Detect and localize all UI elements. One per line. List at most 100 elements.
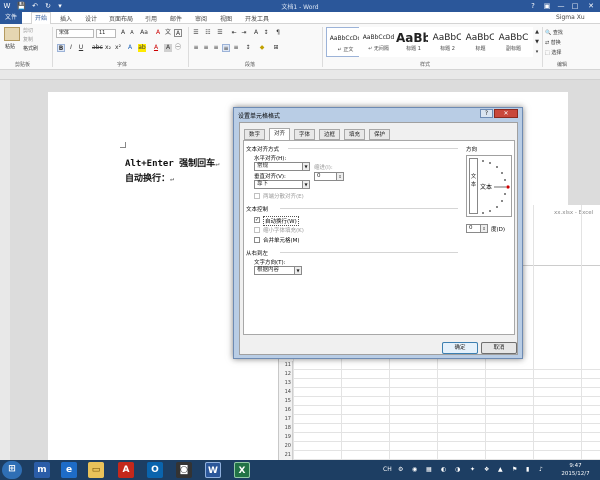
excel-row[interactable]: 12 (279, 370, 600, 379)
excel-taskbar-icon[interactable]: X (234, 462, 250, 478)
tab-border[interactable]: 边框 (319, 129, 341, 140)
find-button[interactable]: 🔍 查找 (545, 29, 563, 36)
strikethrough-icon[interactable]: abc (92, 44, 103, 52)
shrink-to-fit-checkbox[interactable] (254, 227, 260, 233)
tab-design[interactable]: 设计 (85, 14, 97, 23)
increase-indent-icon[interactable]: ⇥ (240, 29, 248, 37)
excel-row[interactable]: 11 (279, 361, 600, 370)
minimize-button[interactable]: — (554, 0, 568, 12)
tab-view[interactable]: 视图 (220, 14, 232, 23)
bullets-icon[interactable]: ☰ (192, 29, 200, 37)
excel-row[interactable]: 21 (279, 451, 600, 460)
text-effects-icon[interactable]: A (126, 44, 134, 52)
tray-app-icon[interactable]: ❖ (484, 466, 489, 473)
styles-more-icon[interactable]: ▲ ▼ ▾ (533, 27, 541, 57)
font-name-dropdown[interactable]: 宋体 (56, 29, 94, 38)
close-button[interactable]: ✕ (584, 0, 598, 12)
input-language[interactable]: CH (383, 466, 392, 473)
action-center-icon[interactable]: ⚑ (512, 466, 517, 473)
align-right-icon[interactable]: ≡ (212, 44, 220, 52)
shading-icon[interactable]: ◆ (258, 44, 266, 52)
ime-icon[interactable]: ⚙ (398, 466, 403, 473)
grow-font-icon[interactable]: A (119, 29, 127, 37)
italic-icon[interactable]: I (67, 44, 75, 52)
numbering-icon[interactable]: ☷ (204, 29, 212, 37)
vertical-ruler[interactable] (0, 80, 10, 460)
excel-row[interactable]: 20 (279, 442, 600, 451)
justify-distributed-checkbox[interactable] (254, 193, 260, 199)
help-button[interactable]: ? (526, 0, 540, 12)
multilevel-list-icon[interactable]: ☰ (216, 29, 224, 37)
tab-references[interactable]: 引用 (145, 14, 157, 23)
excel-row[interactable]: 18 (279, 424, 600, 433)
excel-row[interactable]: 16 (279, 406, 600, 415)
text-direction-select[interactable]: 根据内容 ▼ (254, 266, 302, 275)
align-left-icon[interactable]: ≡ (192, 44, 200, 52)
select-button[interactable]: ⬚ 选择 (545, 49, 561, 56)
font-color-icon[interactable]: A (152, 44, 160, 52)
outlook-icon[interactable]: O (147, 462, 163, 478)
dialog-close-button[interactable]: ✕ (494, 109, 518, 118)
excel-row[interactable]: 19 (279, 433, 600, 442)
enclose-char-icon[interactable]: ㊀ (174, 44, 182, 52)
sort-icon[interactable]: ↕ (262, 29, 270, 37)
superscript-icon[interactable]: x² (114, 44, 122, 52)
show-marks-icon[interactable]: ¶ (274, 29, 282, 37)
shrink-font-icon[interactable]: A (128, 29, 136, 37)
tab-home[interactable]: 开始 (31, 12, 52, 24)
degrees-spinner[interactable]: 0 ⇕ (466, 224, 488, 233)
style-subtitle[interactable]: AaBbC 副标题 (494, 27, 533, 57)
acrobat-icon[interactable]: A (118, 462, 134, 478)
screen-capture-icon[interactable]: ◙ (176, 462, 192, 478)
excel-row[interactable]: 13 (279, 379, 600, 388)
system-clock[interactable]: 9:47 2015/12/7 (553, 462, 598, 478)
user-name[interactable]: Sigma Xu (556, 14, 585, 21)
media-center-icon[interactable]: m (34, 462, 50, 478)
vertical-text-button[interactable]: 文本 (469, 158, 478, 214)
change-case-icon[interactable]: Aa (140, 29, 148, 37)
chat-icon[interactable]: ◉ (412, 466, 417, 473)
tab-fill[interactable]: 填充 (344, 129, 366, 140)
orientation-dial[interactable]: 文本 (479, 158, 511, 216)
paste-button[interactable]: 粘贴 (5, 43, 15, 50)
excel-row[interactable]: 15 (279, 397, 600, 406)
font-size-dropdown[interactable]: 11 (96, 29, 116, 38)
subscript-icon[interactable]: x₂ (104, 44, 112, 52)
show-hidden-icons[interactable]: ▲ (498, 466, 503, 473)
dial-handle[interactable] (506, 185, 510, 189)
tab-protection[interactable]: 保护 (369, 129, 391, 140)
decrease-indent-icon[interactable]: ⇤ (230, 29, 238, 37)
horizontal-align-select[interactable]: 常规 ▼ (254, 162, 310, 171)
copy-button[interactable]: 复制 (23, 36, 33, 43)
merge-cells-checkbox[interactable] (254, 237, 260, 243)
tray-app-icon[interactable]: ◑ (455, 466, 460, 473)
volume-icon[interactable]: ♪ (539, 466, 543, 473)
word-taskbar-icon[interactable]: W (205, 462, 221, 478)
underline-icon[interactable]: U (77, 44, 85, 52)
replace-button[interactable]: ⇄ 替换 (545, 39, 561, 46)
cut-button[interactable]: 剪切 (23, 27, 33, 34)
align-center-icon[interactable]: ≡ (202, 44, 210, 52)
tab-number[interactable]: 数字 (244, 129, 266, 140)
highlight-icon[interactable]: ab (138, 44, 146, 52)
doc-line-2[interactable]: 自动换行：↵ (125, 171, 174, 184)
cancel-button[interactable]: 取消 (481, 342, 517, 354)
tab-font[interactable]: 字体 (294, 129, 316, 140)
network-icon[interactable]: ▮ (526, 466, 529, 473)
ribbon-options-button[interactable]: ▣ (540, 0, 554, 12)
bold-icon[interactable]: B (57, 44, 65, 52)
distributed-icon[interactable]: ≡ (232, 44, 240, 52)
internet-explorer-icon[interactable]: e (61, 462, 77, 478)
indent-spinner[interactable]: 0 ⇕ (314, 172, 344, 181)
tab-insert[interactable]: 插入 (60, 14, 72, 23)
paste-icon[interactable] (4, 27, 20, 41)
tab-mailings[interactable]: 邮件 (170, 14, 182, 23)
dialog-help-button[interactable]: ? (480, 109, 493, 118)
style-no-spacing[interactable]: AaBbCcDd ↵ 无间隔 (359, 27, 398, 57)
justify-icon[interactable]: ≡ (222, 44, 230, 52)
phonetic-icon[interactable]: 文 (164, 29, 172, 37)
wrap-text-checkbox[interactable]: ✓ (254, 217, 260, 223)
ok-button[interactable]: 确定 (442, 342, 478, 354)
char-border-icon[interactable]: A (174, 29, 182, 37)
tray-app-icon[interactable]: ✦ (470, 466, 475, 473)
